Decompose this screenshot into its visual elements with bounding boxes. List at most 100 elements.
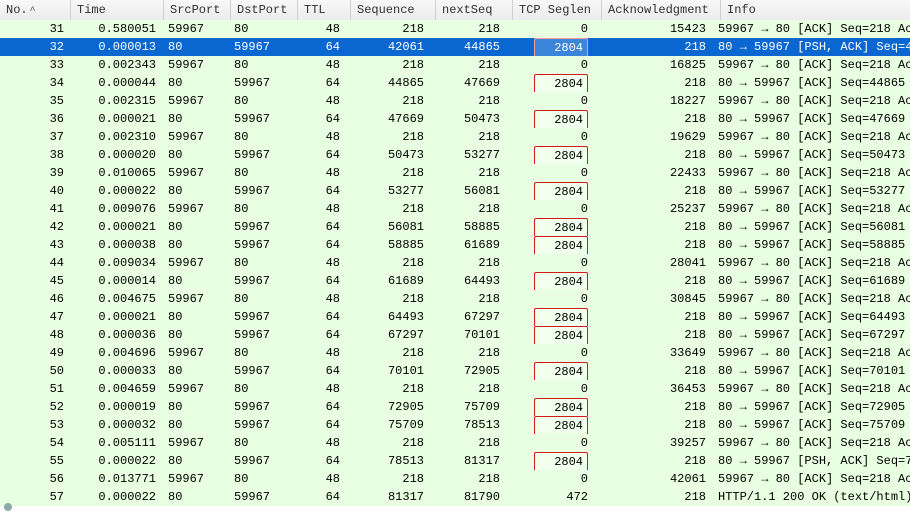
table-row[interactable]: 430.0000388059967645888561689280421880 →… <box>0 236 910 254</box>
table-row[interactable]: 400.0000228059967645327756081280421880 →… <box>0 182 910 200</box>
cell-time: 0.002315 <box>70 92 162 110</box>
cell-src: 59967 <box>162 254 228 272</box>
cell-time: 0.002310 <box>70 128 162 146</box>
col-header-dstport[interactable]: DstPort <box>231 0 298 20</box>
cell-ttl: 48 <box>294 434 346 452</box>
table-row[interactable]: 410.00907659967804821821802523759967 → 8… <box>0 200 910 218</box>
cell-seq: 218 <box>346 254 430 272</box>
cell-src: 80 <box>162 146 228 164</box>
table-row[interactable]: 450.0000148059967646168964493280421880 →… <box>0 272 910 290</box>
cell-next: 56081 <box>430 182 506 200</box>
packet-list-panel: { "columns": { "no": {"label": "No."}, "… <box>0 0 910 511</box>
col-header-nextseq[interactable]: nextSeq <box>436 0 513 20</box>
table-row[interactable]: 550.0000228059967647851381317280421880 →… <box>0 452 910 470</box>
cell-no: 41 <box>0 200 70 218</box>
table-row[interactable]: 540.00511159967804821821803925759967 → 8… <box>0 434 910 452</box>
cell-seq: 218 <box>346 200 430 218</box>
cell-next: 218 <box>430 254 506 272</box>
cell-info: 80 → 59967 [ACK] Seq=70101 Ack=218 <box>712 362 910 380</box>
table-row[interactable]: 420.0000218059967645608158885280421880 →… <box>0 218 910 236</box>
cell-seglen: 0 <box>506 200 594 218</box>
seglen-value: 0 <box>544 434 588 452</box>
table-row[interactable]: 320.0000138059967644206144865280421880 →… <box>0 38 910 56</box>
table-row[interactable]: 330.00234359967804821821801682559967 → 8… <box>0 56 910 74</box>
cell-time: 0.580051 <box>70 20 162 38</box>
col-header-no[interactable]: No.^ <box>0 0 71 20</box>
cell-seq: 218 <box>346 164 430 182</box>
cell-next: 72905 <box>430 362 506 380</box>
cell-seglen: 2804 <box>506 398 594 416</box>
cell-ttl: 48 <box>294 200 346 218</box>
cell-seq: 218 <box>346 56 430 74</box>
cell-dst: 80 <box>228 344 294 362</box>
cell-seglen: 2804 <box>506 416 594 434</box>
cell-ack: 218 <box>594 182 712 200</box>
seglen-highlight: 2804 <box>534 146 588 164</box>
cell-src: 80 <box>162 398 228 416</box>
table-row[interactable]: 380.0000208059967645047353277280421880 →… <box>0 146 910 164</box>
cell-seq: 50473 <box>346 146 430 164</box>
cell-info: 80 → 59967 [ACK] Seq=58885 Ack=218 <box>712 236 910 254</box>
table-row[interactable]: 390.01006559967804821821802243359967 → 8… <box>0 164 910 182</box>
seglen-highlight: 2804 <box>534 416 588 434</box>
cell-ttl: 48 <box>294 56 346 74</box>
table-row[interactable]: 560.01377159967804821821804206159967 → 8… <box>0 470 910 488</box>
cell-next: 218 <box>430 344 506 362</box>
table-row[interactable]: 350.00231559967804821821801822759967 → 8… <box>0 92 910 110</box>
cell-time: 0.004696 <box>70 344 162 362</box>
cell-src: 59967 <box>162 128 228 146</box>
cell-seq: 53277 <box>346 182 430 200</box>
col-header-srcport[interactable]: SrcPort <box>164 0 231 20</box>
cell-time: 0.000020 <box>70 146 162 164</box>
cell-src: 80 <box>162 362 228 380</box>
table-row[interactable]: 510.00465959967804821821803645359967 → 8… <box>0 380 910 398</box>
col-header-ttl[interactable]: TTL <box>298 0 351 20</box>
table-row[interactable]: 490.00469659967804821821803364959967 → 8… <box>0 344 910 362</box>
cell-dst: 80 <box>228 92 294 110</box>
table-row[interactable]: 470.0000218059967646449367297280421880 →… <box>0 308 910 326</box>
table-row[interactable]: 520.0000198059967647290575709280421880 →… <box>0 398 910 416</box>
cell-info: 59967 → 80 [ACK] Seq=218 Ack=28041 <box>712 254 910 272</box>
table-row[interactable]: 500.0000338059967647010172905280421880 →… <box>0 362 910 380</box>
cell-ttl: 64 <box>294 182 346 200</box>
seglen-highlight: 2804 <box>534 326 588 344</box>
table-row[interactable]: 370.00231059967804821821801962959967 → 8… <box>0 128 910 146</box>
table-row[interactable]: 310.58005159967804821821801542359967 → 8… <box>0 20 910 38</box>
col-header-sequence[interactable]: Sequence <box>351 0 436 20</box>
cell-ack: 25237 <box>594 200 712 218</box>
seglen-value: 0 <box>544 344 588 362</box>
cell-ack: 218 <box>594 38 712 56</box>
col-header-ack[interactable]: Acknowledgment <box>602 0 721 20</box>
table-row[interactable]: 360.0000218059967644766950473280421880 →… <box>0 110 910 128</box>
table-row[interactable]: 460.00467559967804821821803084559967 → 8… <box>0 290 910 308</box>
cell-next: 218 <box>430 470 506 488</box>
table-row[interactable]: 340.0000448059967644486547669280421880 →… <box>0 74 910 92</box>
cell-time: 0.000036 <box>70 326 162 344</box>
cell-info: 80 → 59967 [ACK] Seq=47669 Ack=218 <box>712 110 910 128</box>
table-row[interactable]: 570.0000228059967648131781790472218HTTP/… <box>0 488 910 506</box>
table-row[interactable]: 480.0000368059967646729770101280421880 →… <box>0 326 910 344</box>
cell-ttl: 64 <box>294 218 346 236</box>
cell-ack: 28041 <box>594 254 712 272</box>
cell-src: 59967 <box>162 56 228 74</box>
packet-rows[interactable]: 310.58005159967804821821801542359967 → 8… <box>0 20 910 511</box>
cell-info: 59967 → 80 [ACK] Seq=218 Ack=42061 <box>712 470 910 488</box>
cell-dst: 59967 <box>228 146 294 164</box>
table-row[interactable]: 440.00903459967804821821802804159967 → 8… <box>0 254 910 272</box>
cell-src: 80 <box>162 308 228 326</box>
cell-ack: 218 <box>594 452 712 470</box>
cell-next: 53277 <box>430 146 506 164</box>
cell-info: HTTP/1.1 200 OK (text/html) <box>712 488 910 506</box>
cell-dst: 80 <box>228 254 294 272</box>
cell-time: 0.009076 <box>70 200 162 218</box>
sort-indicator-icon: ^ <box>30 6 36 17</box>
cell-next: 218 <box>430 380 506 398</box>
col-header-seglen[interactable]: TCP Seglen <box>513 0 602 20</box>
seglen-highlight: 2804 <box>534 218 588 236</box>
cell-dst: 59967 <box>228 272 294 290</box>
col-header-time[interactable]: Time <box>71 0 164 20</box>
col-header-info[interactable]: Info <box>721 0 910 20</box>
cell-src: 59967 <box>162 344 228 362</box>
cell-seglen: 2804 <box>506 74 594 92</box>
table-row[interactable]: 530.0000328059967647570978513280421880 →… <box>0 416 910 434</box>
